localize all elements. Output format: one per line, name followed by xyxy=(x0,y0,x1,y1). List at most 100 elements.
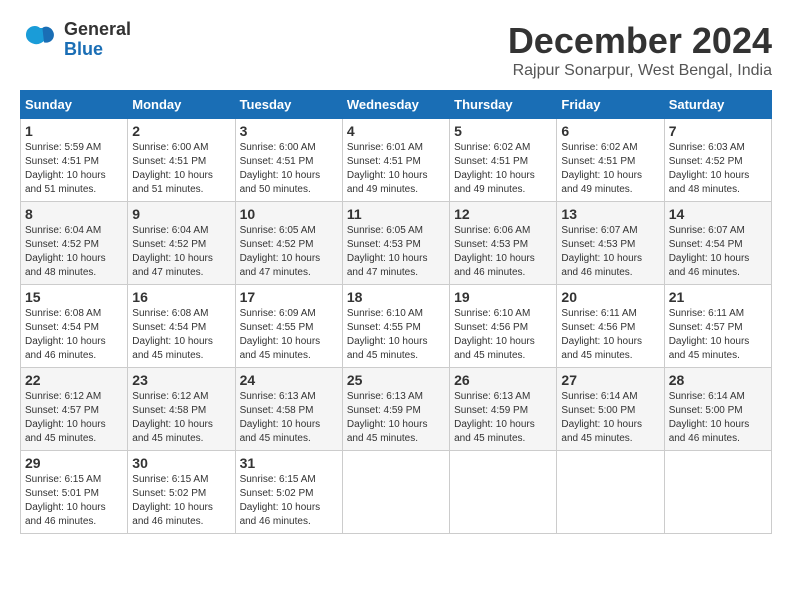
calendar-day-17: 17Sunrise: 6:09 AMSunset: 4:55 PMDayligh… xyxy=(235,285,342,368)
day-info: Sunrise: 6:13 AMSunset: 4:58 PMDaylight:… xyxy=(240,390,338,446)
empty-cell xyxy=(664,451,771,534)
month-title: December 2024 xyxy=(508,20,772,62)
calendar-table: SundayMondayTuesdayWednesdayThursdayFrid… xyxy=(20,90,772,534)
day-info: Sunrise: 6:15 AMSunset: 5:02 PMDaylight:… xyxy=(240,473,338,529)
day-number: 23 xyxy=(132,372,230,388)
day-info: Sunrise: 6:05 AMSunset: 4:53 PMDaylight:… xyxy=(347,224,445,280)
calendar-week-4: 22Sunrise: 6:12 AMSunset: 4:57 PMDayligh… xyxy=(21,368,772,451)
calendar-day-31: 31 Sunrise: 6:15 AMSunset: 5:02 PMDayligh… xyxy=(235,451,342,534)
day-info: Sunrise: 6:04 AMSunset: 4:52 PMDaylight:… xyxy=(132,224,230,280)
day-info: Sunrise: 6:12 AMSunset: 4:58 PMDaylight:… xyxy=(132,390,230,446)
logo: General Blue xyxy=(20,20,131,60)
day-info: Sunrise: 6:14 AMSunset: 5:00 PMDaylight:… xyxy=(561,390,659,446)
calendar-day-23: 23 Sunrise: 6:12 AMSunset: 4:58 PMDayligh… xyxy=(128,368,235,451)
day-info: Sunrise: 6:15 AMSunset: 5:02 PMDaylight:… xyxy=(132,473,230,529)
column-header-thursday: Thursday xyxy=(450,91,557,119)
day-info: Sunrise: 6:12 AMSunset: 4:57 PMDaylight:… xyxy=(25,390,123,446)
day-number: 14 xyxy=(669,206,767,222)
calendar-week-3: 15 Sunrise: 6:08 AMSunset: 4:54 PMDayligh… xyxy=(21,285,772,368)
calendar-day-10: 10 Sunrise: 6:05 AMSunset: 4:52 PMDayligh… xyxy=(235,202,342,285)
day-info: Sunrise: 6:13 AMSunset: 4:59 PMDaylight:… xyxy=(454,390,552,446)
calendar-day-16: 16 Sunrise: 6:08 AMSunset: 4:54 PMDayligh… xyxy=(128,285,235,368)
day-info: Sunrise: 6:15 AMSunset: 5:01 PMDaylight:… xyxy=(25,473,123,529)
day-info: Sunrise: 6:11 AMSunset: 4:56 PMDaylight:… xyxy=(561,307,659,363)
title-section: December 2024 Rajpur Sonarpur, West Beng… xyxy=(508,20,772,80)
logo-icon xyxy=(20,20,60,60)
day-number: 15 xyxy=(25,289,123,305)
day-number: 8 xyxy=(25,206,123,222)
column-header-monday: Monday xyxy=(128,91,235,119)
day-number: 24 xyxy=(240,372,338,388)
empty-cell xyxy=(557,451,664,534)
empty-cell xyxy=(450,451,557,534)
calendar-day-4: 4 Sunrise: 6:01 AMSunset: 4:51 PMDaylight… xyxy=(342,119,449,202)
day-info: Sunrise: 6:11 AMSunset: 4:57 PMDaylight:… xyxy=(669,307,767,363)
calendar-day-3: 3 Sunrise: 6:00 AMSunset: 4:51 PMDaylight… xyxy=(235,119,342,202)
calendar-day-29: 29 Sunrise: 6:15 AMSunset: 5:01 PMDayligh… xyxy=(21,451,128,534)
day-number: 19 xyxy=(454,289,552,305)
day-info: Sunrise: 6:10 AMSunset: 4:56 PMDaylight:… xyxy=(454,307,552,363)
day-number: 18 xyxy=(347,289,445,305)
day-info: Sunrise: 6:03 AMSunset: 4:52 PMDaylight:… xyxy=(669,141,767,197)
day-number: 1 xyxy=(25,123,123,139)
day-info: Sunrise: 6:05 AMSunset: 4:52 PMDaylight:… xyxy=(240,224,338,280)
day-info: Sunrise: 6:10 AMSunset: 4:55 PMDaylight:… xyxy=(347,307,445,363)
column-header-saturday: Saturday xyxy=(664,91,771,119)
day-number: 31 xyxy=(240,455,338,471)
calendar-day-21: 21Sunrise: 6:11 AMSunset: 4:57 PMDayligh… xyxy=(664,285,771,368)
calendar-day-28: 28Sunrise: 6:14 AMSunset: 5:00 PMDayligh… xyxy=(664,368,771,451)
column-header-tuesday: Tuesday xyxy=(235,91,342,119)
empty-cell xyxy=(342,451,449,534)
day-number: 26 xyxy=(454,372,552,388)
day-number: 16 xyxy=(132,289,230,305)
day-info: Sunrise: 6:07 AMSunset: 4:54 PMDaylight:… xyxy=(669,224,767,280)
day-number: 10 xyxy=(240,206,338,222)
calendar-day-9: 9 Sunrise: 6:04 AMSunset: 4:52 PMDaylight… xyxy=(128,202,235,285)
calendar-day-1: 1Sunrise: 5:59 AMSunset: 4:51 PMDaylight… xyxy=(21,119,128,202)
day-info: Sunrise: 6:08 AMSunset: 4:54 PMDaylight:… xyxy=(25,307,123,363)
day-number: 11 xyxy=(347,206,445,222)
calendar-day-12: 12 Sunrise: 6:06 AMSunset: 4:53 PMDayligh… xyxy=(450,202,557,285)
calendar-week-2: 8 Sunrise: 6:04 AMSunset: 4:52 PMDaylight… xyxy=(21,202,772,285)
calendar-day-8: 8 Sunrise: 6:04 AMSunset: 4:52 PMDaylight… xyxy=(21,202,128,285)
calendar-day-22: 22Sunrise: 6:12 AMSunset: 4:57 PMDayligh… xyxy=(21,368,128,451)
day-number: 9 xyxy=(132,206,230,222)
calendar-day-7: 7 Sunrise: 6:03 AMSunset: 4:52 PMDaylight… xyxy=(664,119,771,202)
calendar-day-25: 25Sunrise: 6:13 AMSunset: 4:59 PMDayligh… xyxy=(342,368,449,451)
day-number: 29 xyxy=(25,455,123,471)
calendar-day-15: 15 Sunrise: 6:08 AMSunset: 4:54 PMDayligh… xyxy=(21,285,128,368)
day-number: 12 xyxy=(454,206,552,222)
calendar-day-26: 26 Sunrise: 6:13 AMSunset: 4:59 PMDayligh… xyxy=(450,368,557,451)
day-number: 4 xyxy=(347,123,445,139)
calendar-day-6: 6 Sunrise: 6:02 AMSunset: 4:51 PMDaylight… xyxy=(557,119,664,202)
day-info: Sunrise: 6:01 AMSunset: 4:51 PMDaylight:… xyxy=(347,141,445,197)
calendar-day-11: 11 Sunrise: 6:05 AMSunset: 4:53 PMDayligh… xyxy=(342,202,449,285)
page-header: General Blue December 2024 Rajpur Sonarp… xyxy=(20,20,772,80)
calendar-day-2: 2Sunrise: 6:00 AMSunset: 4:51 PMDaylight… xyxy=(128,119,235,202)
day-info: Sunrise: 6:02 AMSunset: 4:51 PMDaylight:… xyxy=(561,141,659,197)
calendar-day-30: 30Sunrise: 6:15 AMSunset: 5:02 PMDayligh… xyxy=(128,451,235,534)
calendar-day-13: 13Sunrise: 6:07 AMSunset: 4:53 PMDayligh… xyxy=(557,202,664,285)
day-info: Sunrise: 6:00 AMSunset: 4:51 PMDaylight:… xyxy=(240,141,338,197)
day-number: 3 xyxy=(240,123,338,139)
day-number: 7 xyxy=(669,123,767,139)
day-info: Sunrise: 6:00 AMSunset: 4:51 PMDaylight:… xyxy=(132,141,230,197)
calendar-header-row: SundayMondayTuesdayWednesdayThursdayFrid… xyxy=(21,91,772,119)
day-info: Sunrise: 6:08 AMSunset: 4:54 PMDaylight:… xyxy=(132,307,230,363)
logo-words: General Blue xyxy=(64,20,131,60)
column-header-wednesday: Wednesday xyxy=(342,91,449,119)
day-info: Sunrise: 6:04 AMSunset: 4:52 PMDaylight:… xyxy=(25,224,123,280)
day-number: 25 xyxy=(347,372,445,388)
day-number: 13 xyxy=(561,206,659,222)
calendar-week-5: 29 Sunrise: 6:15 AMSunset: 5:01 PMDayligh… xyxy=(21,451,772,534)
calendar-day-24: 24 Sunrise: 6:13 AMSunset: 4:58 PMDayligh… xyxy=(235,368,342,451)
logo-general-text: General xyxy=(64,20,131,40)
day-number: 6 xyxy=(561,123,659,139)
day-info: Sunrise: 6:06 AMSunset: 4:53 PMDaylight:… xyxy=(454,224,552,280)
calendar-day-19: 19 Sunrise: 6:10 AMSunset: 4:56 PMDayligh… xyxy=(450,285,557,368)
day-number: 5 xyxy=(454,123,552,139)
calendar-day-27: 27Sunrise: 6:14 AMSunset: 5:00 PMDayligh… xyxy=(557,368,664,451)
day-info: Sunrise: 6:14 AMSunset: 5:00 PMDaylight:… xyxy=(669,390,767,446)
calendar-day-20: 20Sunrise: 6:11 AMSunset: 4:56 PMDayligh… xyxy=(557,285,664,368)
day-number: 17 xyxy=(240,289,338,305)
